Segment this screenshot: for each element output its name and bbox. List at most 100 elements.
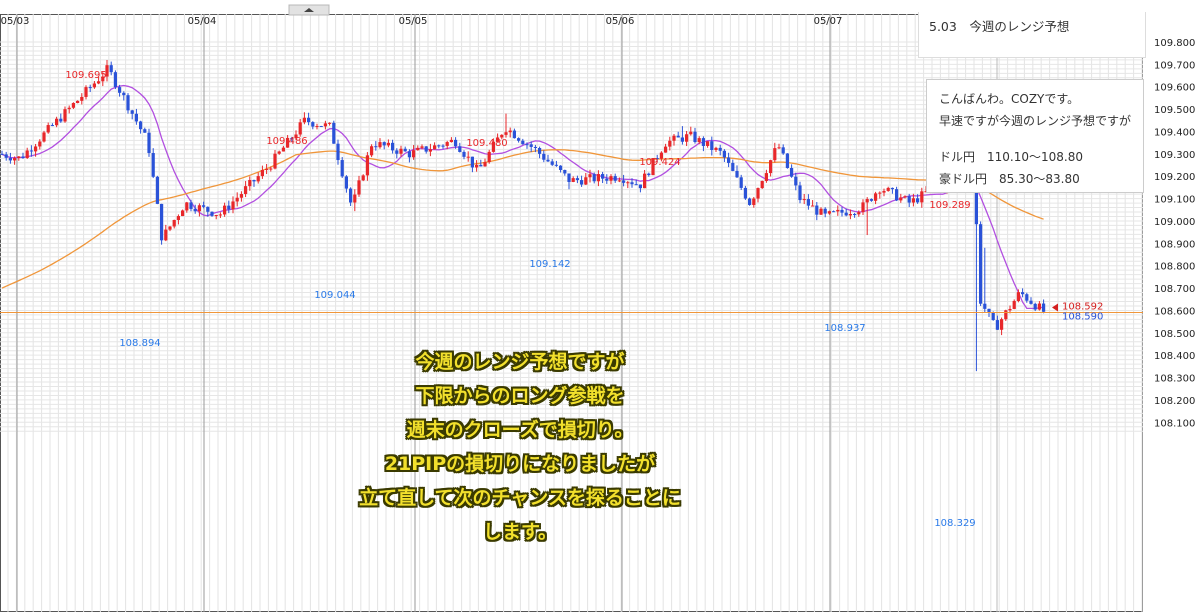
candle-body [336, 143, 340, 161]
candle-body [71, 103, 75, 108]
low-price-label: 108.894 [119, 338, 160, 349]
candle-body [395, 150, 399, 154]
candle-body [328, 122, 332, 124]
candle-body [634, 184, 638, 186]
candle-body [844, 212, 848, 216]
candle-body [441, 145, 445, 147]
candle-body [538, 148, 542, 154]
candle-body [546, 159, 550, 162]
candle-body [907, 196, 911, 203]
candle-body [832, 211, 836, 213]
candle-body [391, 142, 395, 151]
candle-body [151, 153, 155, 177]
candle-body [1012, 300, 1016, 309]
candle-body [202, 205, 206, 207]
candle-body [433, 145, 437, 150]
candle-body [252, 179, 256, 182]
candle-body [428, 149, 432, 152]
candle-body [643, 173, 647, 189]
y-tick-label: 109.100 [1154, 195, 1195, 206]
y-tick-label: 109.700 [1154, 60, 1195, 71]
candle-body [743, 187, 747, 199]
candle-body [374, 146, 378, 148]
x-axis: 05/03 05/04 05/05 05/06 05/07 [1, 16, 843, 27]
candle-body [17, 156, 21, 159]
candle-body [840, 209, 844, 213]
candle-body [38, 141, 42, 147]
candle-body [34, 146, 38, 152]
candle-body [701, 138, 705, 146]
candle-body [521, 140, 525, 145]
candle-body [853, 214, 857, 216]
candle-body [727, 157, 731, 163]
candle-body [848, 214, 852, 216]
candle-body [1021, 292, 1025, 295]
candle-body [84, 87, 88, 97]
candle-body [357, 180, 361, 195]
candle-body [445, 142, 449, 146]
candle-body [25, 150, 29, 158]
candle-body [164, 229, 168, 241]
candle-body [991, 312, 995, 321]
candle-body [311, 122, 315, 127]
x-tick-label: 05/04 [188, 16, 217, 27]
candle-body [420, 146, 424, 148]
candle-body [1033, 303, 1037, 310]
candle-body [529, 144, 533, 147]
candle-body [878, 192, 882, 194]
y-tick-label: 108.500 [1154, 329, 1195, 340]
candle-body [630, 182, 634, 185]
candle-body [248, 179, 252, 187]
candle-body [769, 160, 773, 174]
y-tick-label: 108.700 [1154, 284, 1195, 295]
candle-body [298, 122, 302, 135]
candle-body [269, 168, 273, 170]
candle-body [340, 160, 344, 177]
candle-body [790, 168, 794, 177]
candle-body [118, 87, 122, 93]
candle-body [676, 135, 680, 138]
caption-line: 立て直して次のチャンスを探ることに [359, 487, 681, 509]
candle-body [735, 170, 739, 178]
candle-body [748, 198, 752, 205]
note-line: 豪ドル円 85.30〜83.80 [939, 172, 1080, 186]
candle-body [672, 135, 676, 141]
candle-body [206, 206, 210, 212]
candle-body [277, 151, 281, 154]
candle-body [802, 199, 806, 201]
candle-body [239, 194, 243, 198]
candle-body [584, 177, 588, 185]
candle-body [210, 211, 214, 216]
candle-body [668, 140, 672, 147]
x-tick-label: 05/05 [399, 16, 428, 27]
candle-body [155, 176, 159, 204]
candle-body [185, 202, 189, 211]
candle-body [50, 125, 54, 127]
candle-body [462, 151, 466, 157]
candle-body [613, 176, 617, 181]
candle-body [512, 130, 516, 139]
y-tick-label: 109.400 [1154, 127, 1195, 138]
candle-body [811, 205, 815, 207]
candle-body [794, 176, 798, 186]
candle-body [370, 146, 374, 156]
candle-body [353, 194, 357, 203]
y-tick-label: 108.900 [1154, 239, 1195, 250]
candle-body [361, 175, 365, 181]
candle-body [760, 180, 764, 189]
candle-body [580, 180, 584, 185]
candle-body [622, 180, 626, 183]
y-tick-label: 108.300 [1154, 374, 1195, 385]
candle-body [1029, 300, 1033, 304]
candle-body [815, 205, 819, 215]
candle-body [756, 188, 760, 199]
collapse-button[interactable] [288, 4, 330, 16]
candle-body [4, 154, 8, 158]
candle-body [218, 214, 222, 216]
candle-body [42, 132, 46, 142]
candle-body [160, 203, 164, 241]
high-price-label: 109.424 [639, 157, 680, 168]
candle-body [88, 87, 92, 89]
candle-body [710, 141, 714, 151]
x-tick-label: 05/07 [814, 16, 843, 27]
